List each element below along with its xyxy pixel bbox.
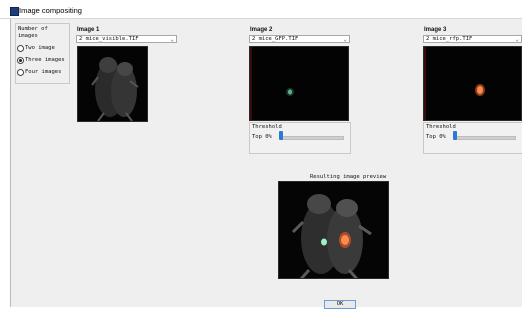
image-2-threshold-track[interactable]: [280, 136, 344, 140]
image-2-top-label: Top 0%: [252, 134, 272, 140]
image-count-group: Number of images Two image Three images …: [15, 23, 70, 84]
image-3-threshold-thumb[interactable]: [453, 131, 457, 140]
chevron-down-icon: ⌄: [343, 36, 347, 43]
image-1-file-value: 2 mice_visible.TIF: [79, 36, 139, 42]
image-2-canvas: [249, 46, 349, 121]
radio-label: Two image: [25, 45, 55, 51]
image-2-file-select[interactable]: 2 mice_GFP.TIF ⌄: [249, 35, 350, 43]
image-3-threshold-group: Threshold Top 0%: [423, 122, 522, 154]
radio-icon: [17, 44, 24, 52]
radio-icon: [17, 68, 24, 76]
image-3-top-label: Top 0%: [426, 134, 446, 140]
image-2-picture: [250, 47, 348, 120]
image-1-canvas: [77, 46, 148, 122]
image-3-file-select[interactable]: 2 mice_rfp.TIF ⌄: [423, 35, 522, 43]
ok-button[interactable]: OK: [324, 300, 356, 309]
image-3-file-value: 2 mice_rfp.TIF: [426, 36, 473, 42]
image-3-threshold-label: Threshold: [426, 124, 456, 130]
image-2-threshold-thumb[interactable]: [279, 131, 283, 140]
image-2-threshold-group: Threshold Top 0%: [249, 122, 351, 154]
preview-canvas: [278, 181, 389, 279]
image-2-label: Image 2: [250, 27, 273, 33]
preview-picture: [279, 182, 388, 278]
image-2-threshold-label: Threshold: [252, 124, 282, 130]
image-3-threshold-track[interactable]: [454, 136, 516, 140]
image-1-label: Image 1: [77, 27, 100, 33]
radio-four-images[interactable]: Four images: [17, 68, 61, 76]
image-2-file-value: 2 mice_GFP.TIF: [252, 36, 299, 42]
radio-two-images[interactable]: Two image: [17, 44, 55, 52]
radio-three-images[interactable]: Three images: [17, 56, 65, 64]
radio-label: Four images: [25, 69, 62, 75]
app-icon: [10, 7, 19, 16]
window-title: Image compositing: [19, 6, 82, 15]
image-1-picture: [78, 47, 147, 121]
dialog-body: Number of images Two image Three images …: [10, 19, 522, 309]
radio-selected-icon: [17, 56, 24, 64]
preview-title: Resulting image preview: [310, 174, 387, 180]
title-bar: Image compositing: [0, 0, 522, 19]
image-3-canvas: [423, 46, 522, 121]
image-3-picture: [424, 47, 521, 120]
image-1-file-select[interactable]: 2 mice_visible.TIF ⌄: [76, 35, 177, 43]
image-3-label: Image 3: [424, 27, 447, 33]
chevron-down-icon: ⌄: [515, 36, 519, 43]
radio-label: Three images: [25, 57, 65, 63]
image-count-title: Number of images: [18, 26, 48, 39]
chevron-down-icon: ⌄: [170, 36, 174, 43]
